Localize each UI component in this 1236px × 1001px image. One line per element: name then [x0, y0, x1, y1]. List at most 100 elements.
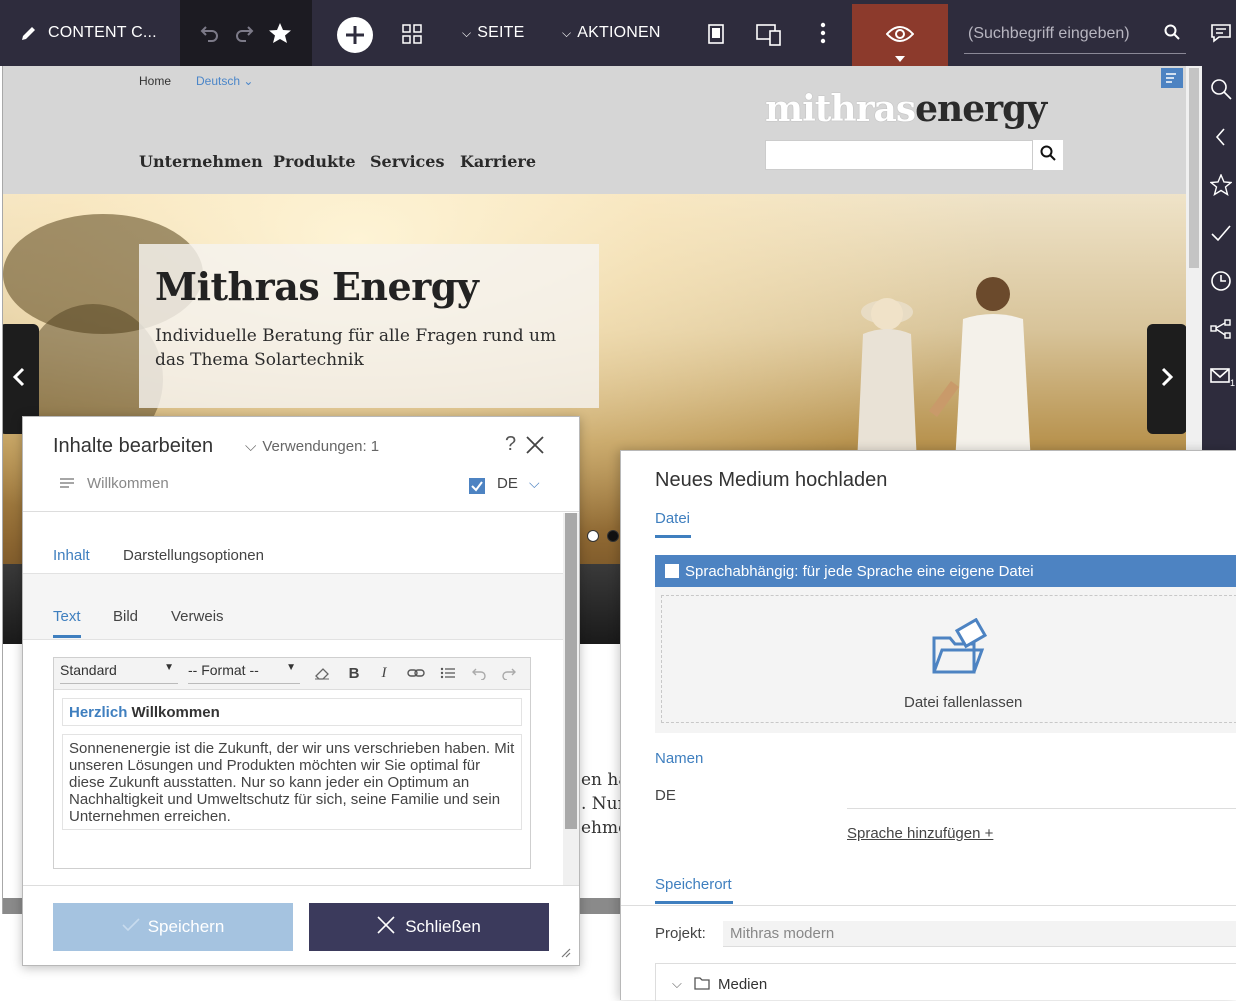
mail-icon[interactable]: 1	[1210, 366, 1235, 388]
nav-item-unternehmen[interactable]: Unternehmen	[139, 152, 263, 171]
add-icon[interactable]	[336, 16, 374, 54]
redo-icon[interactable]	[234, 22, 256, 44]
drop-area[interactable]: Datei fallenlassen	[661, 595, 1236, 723]
close-icon[interactable]	[525, 435, 545, 460]
close-label: Schließen	[405, 917, 481, 936]
chevron-left-icon	[12, 367, 26, 392]
dialog-content: Inhalt Darstellungsoptionen Text Bild Ve…	[23, 513, 563, 885]
file-drop-zone[interactable]: Datei fallenlassen	[655, 587, 1236, 733]
italic-icon[interactable]: I	[374, 663, 394, 683]
hero-text-box: Mithras Energy Individuelle Beratung für…	[139, 244, 599, 408]
chevron-right-icon	[1160, 367, 1174, 392]
workflow-icon[interactable]	[1210, 318, 1232, 340]
list-icon[interactable]	[438, 663, 458, 683]
save-button[interactable]: Speichern	[53, 903, 293, 951]
dialog-scrollbar[interactable]	[563, 513, 579, 885]
logo-part-light: mithras	[765, 88, 916, 130]
search-icon[interactable]	[1164, 24, 1180, 40]
breadcrumb-home[interactable]: Home	[139, 74, 171, 88]
help-icon[interactable]: ?	[505, 433, 516, 456]
folder-medien[interactable]: Medien	[718, 976, 767, 993]
preview-button[interactable]	[852, 4, 948, 66]
more-icon[interactable]	[816, 22, 830, 44]
drop-label: Datei fallenlassen	[904, 694, 1023, 711]
redo-icon[interactable]	[500, 663, 520, 683]
search-input[interactable]	[968, 20, 1158, 48]
style-select[interactable]: Standard ▼	[60, 662, 178, 684]
undo-redo-group	[180, 0, 312, 66]
scrollbar-thumb[interactable]	[1189, 68, 1199, 268]
heading-field[interactable]: Herzlich Willkommen	[62, 698, 522, 726]
devices-icon[interactable]	[756, 24, 782, 46]
tablet-icon[interactable]	[706, 24, 726, 44]
chevron-down-icon[interactable]: ⌵	[672, 976, 682, 992]
name-input[interactable]	[847, 783, 1236, 809]
language-dependent-option[interactable]: Sprachabhängig: für jede Sprache eine ei…	[655, 555, 1236, 587]
language-dependent-label: Sprachabhängig: für jede Sprache eine ei…	[685, 562, 1034, 580]
subtab-text[interactable]: Text	[53, 608, 81, 638]
add-language-link[interactable]: Sprache hinzufügen +	[847, 825, 993, 842]
language-checkbox[interactable]	[469, 478, 485, 494]
nav-item-services[interactable]: Services	[370, 152, 444, 171]
usages-dropdown[interactable]: ⌵ Verwendungen: 1	[245, 438, 379, 455]
comment-icon[interactable]	[1210, 22, 1232, 44]
chevron-down-icon[interactable]: ⌵	[529, 475, 540, 492]
chevron-down-icon: ⌵	[562, 25, 572, 40]
heading-text: Willkommen	[127, 704, 220, 721]
language-selector[interactable]: Deutsch ⌄	[196, 74, 253, 88]
section-namen: Namen	[655, 750, 704, 767]
usages-label: Verwendungen: 1	[262, 438, 380, 455]
scrollbar-thumb[interactable]	[565, 513, 577, 829]
actions-menu[interactable]: ⌵ AKTIONEN	[562, 0, 661, 66]
svg-text:1: 1	[1230, 378, 1235, 388]
grid-icon[interactable]	[402, 24, 422, 44]
divider	[23, 639, 563, 640]
clock-icon[interactable]	[1210, 270, 1232, 292]
language-code[interactable]: DE	[497, 475, 518, 492]
top-toolbar: CONTENT C... ⌵ SEITE ⌵ AKTIONEN	[0, 0, 1236, 66]
nav-item-karriere[interactable]: Karriere	[460, 152, 536, 171]
tab-darstellungsoptionen[interactable]: Darstellungsoptionen	[123, 547, 264, 574]
eye-icon	[886, 24, 914, 44]
page-menu[interactable]: ⌵ SEITE	[462, 0, 525, 66]
caret-down-icon: ▼	[286, 662, 296, 673]
body-text-field[interactable]: Sonnenenergie ist die Zukunft, der wir u…	[62, 734, 522, 830]
dialog-title: Inhalte bearbeiten	[53, 435, 214, 457]
save-label: Speichern	[147, 917, 225, 936]
undo-icon[interactable]	[468, 663, 488, 683]
app-title-button[interactable]: CONTENT C...	[20, 0, 157, 66]
nav-item-produkte[interactable]: Produkte	[273, 152, 356, 171]
site-search-input[interactable]	[765, 140, 1033, 170]
section-speicherort: Speicherort	[655, 876, 732, 893]
edit-marker-icon[interactable]	[1161, 68, 1183, 88]
eraser-icon[interactable]	[312, 663, 332, 683]
subtab-verweis[interactable]: Verweis	[171, 608, 224, 635]
global-search	[964, 14, 1186, 54]
site-search-button[interactable]	[1033, 140, 1063, 170]
site-logo[interactable]: mithrasenergy	[765, 88, 1047, 130]
slider-dot-active[interactable]	[607, 530, 619, 542]
slider-next-button[interactable]	[1147, 324, 1186, 434]
folder-icon	[694, 976, 710, 995]
paragraph-icon	[59, 477, 75, 496]
slider-dot[interactable]	[587, 530, 599, 542]
resize-handle-icon[interactable]	[559, 945, 571, 963]
checkmark-icon[interactable]	[1210, 222, 1232, 244]
checkmark-icon	[122, 917, 140, 937]
project-label: Projekt:	[655, 925, 706, 942]
subtab-bild[interactable]: Bild	[113, 608, 138, 635]
chevron-left-icon[interactable]	[1210, 126, 1232, 148]
search-icon[interactable]	[1210, 78, 1232, 100]
rich-text-editor: Standard ▼ -- Format -- ▼ B I Herzlich W…	[53, 657, 531, 869]
undo-icon[interactable]	[198, 22, 220, 44]
project-field[interactable]: Mithras modern	[723, 921, 1236, 947]
star-outline-icon[interactable]	[1209, 173, 1233, 197]
upload-media-dialog: Neues Medium hochladen Datei Sprachabhän…	[620, 450, 1236, 1001]
language-dependent-checkbox[interactable]	[665, 564, 679, 578]
star-icon[interactable]	[268, 22, 292, 44]
format-select[interactable]: -- Format -- ▼	[188, 662, 300, 684]
bold-icon[interactable]: B	[344, 663, 364, 683]
close-button[interactable]: Schließen	[309, 903, 549, 951]
app-title: CONTENT C...	[48, 24, 157, 41]
link-icon[interactable]	[406, 663, 426, 683]
